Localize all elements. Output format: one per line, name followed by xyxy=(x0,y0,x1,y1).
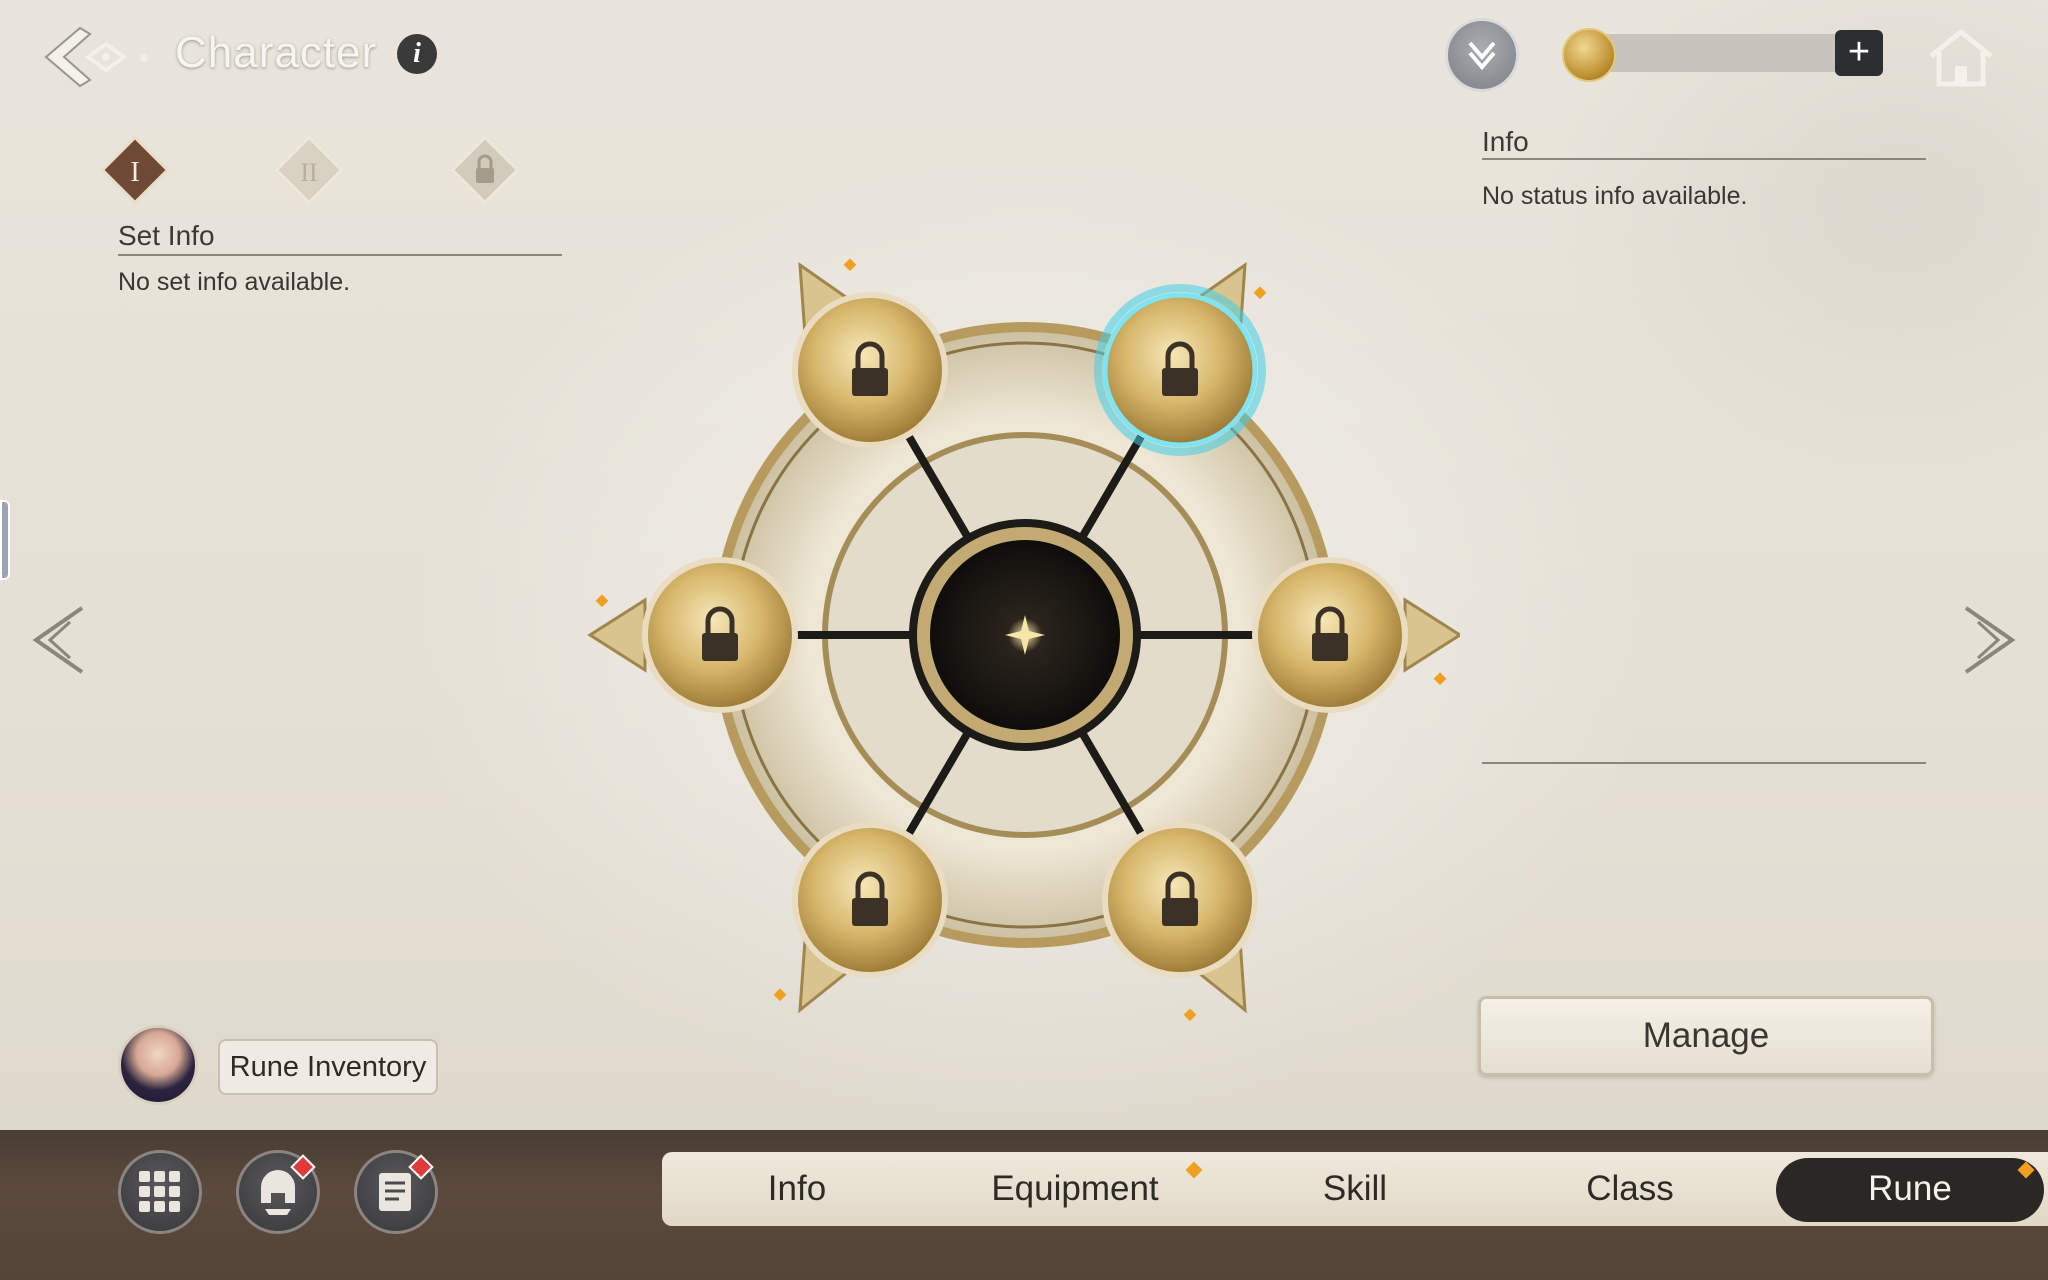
page-title: Character xyxy=(175,28,378,77)
tier-diamond-icon: I xyxy=(100,135,170,205)
info-icon[interactable]: i xyxy=(397,34,437,74)
back-icon[interactable] xyxy=(38,22,134,92)
rune-slot-top-right[interactable] xyxy=(1094,261,1266,456)
tier-3-button[interactable] xyxy=(450,135,520,205)
tab-equipment[interactable]: Equipment xyxy=(960,1152,1190,1226)
previous-arrow-icon[interactable] xyxy=(20,600,90,680)
tier-2-button[interactable]: II xyxy=(274,135,344,205)
menu-grid-button[interactable] xyxy=(118,1150,202,1234)
currency-value-track xyxy=(1602,34,1867,72)
rune-inventory-button[interactable]: Rune Inventory xyxy=(218,1039,438,1095)
tier-1-button[interactable]: I xyxy=(100,135,170,205)
chevron-down-icon xyxy=(1468,41,1496,71)
rune-slot-bottom-right[interactable] xyxy=(1102,822,1258,1014)
tab-rune[interactable]: Rune xyxy=(1825,1152,1995,1226)
status-info-divider xyxy=(1482,158,1926,160)
menu-grid-icon xyxy=(139,1171,180,1212)
svg-text:I: I xyxy=(130,157,139,188)
add-currency-button[interactable]: + xyxy=(1835,30,1883,76)
manage-button[interactable]: Manage xyxy=(1478,996,1934,1076)
currency-display xyxy=(1562,28,1882,82)
home-icon[interactable] xyxy=(1925,26,1997,90)
side-drawer-handle[interactable] xyxy=(0,500,10,580)
status-info-text: No status info available. xyxy=(1482,182,1748,210)
character-avatar[interactable] xyxy=(118,1025,198,1105)
rune-slot-bottom-left[interactable] xyxy=(792,822,948,1014)
lock-icon xyxy=(450,135,520,205)
tab-skill[interactable]: Skill xyxy=(1270,1152,1440,1226)
set-info-title: Set Info xyxy=(118,220,215,251)
rune-slot-right[interactable] xyxy=(1252,557,1460,713)
tier-diamond-icon: II xyxy=(274,135,344,205)
status-info-bottom-divider xyxy=(1482,762,1926,764)
rune-slot-left[interactable] xyxy=(587,557,798,713)
rune-slot-top-left[interactable] xyxy=(792,261,948,448)
dropdown-nav-button[interactable] xyxy=(1445,18,1519,92)
gold-coin-icon xyxy=(1562,28,1616,82)
rune-wheel xyxy=(587,258,1460,1022)
next-arrow-icon[interactable] xyxy=(1958,600,2028,680)
set-info-divider xyxy=(118,254,562,256)
title-separator-dot xyxy=(140,54,148,62)
svg-text:II: II xyxy=(300,158,317,187)
set-info-text: No set info available. xyxy=(118,268,351,296)
status-info-title: Info xyxy=(1482,126,1529,157)
tab-class[interactable]: Class xyxy=(1545,1152,1715,1226)
tab-info[interactable]: Info xyxy=(712,1152,882,1226)
